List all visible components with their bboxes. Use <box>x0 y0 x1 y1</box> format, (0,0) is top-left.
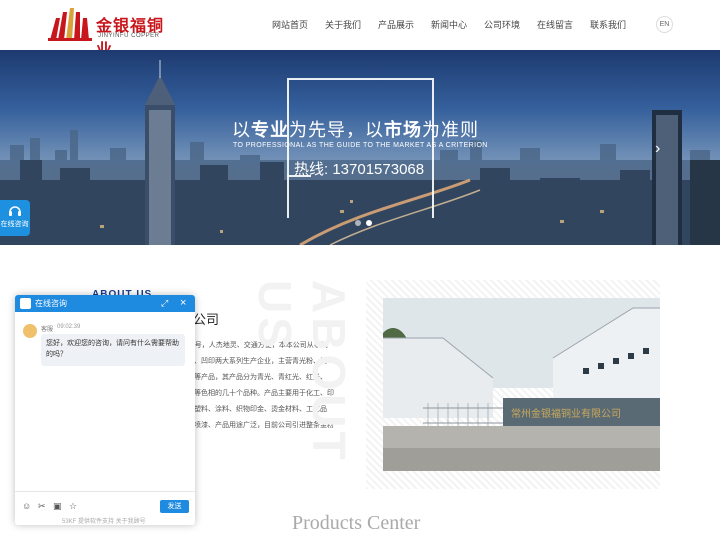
side-consult-button[interactable]: 在线咨询 <box>0 200 30 236</box>
gate-sign-text: 常州金银福铜业有限公司 <box>511 407 621 420</box>
send-button[interactable]: 发送 <box>160 500 189 513</box>
chat-header: 在线咨询 ⤢ × <box>15 295 195 312</box>
next-slide-icon[interactable]: › <box>655 140 660 158</box>
star-icon[interactable]: ☆ <box>69 501 77 512</box>
nav-item-home[interactable]: 网站首页 <box>272 0 325 50</box>
slide-dot-active[interactable] <box>366 220 372 226</box>
chat-logo-icon <box>20 298 31 309</box>
slide-dots <box>355 220 372 226</box>
nav-item-news[interactable]: 新闻中心 <box>431 0 484 50</box>
banner-slogan-en: TO PROFESSIONAL AS THE GUIDE TO THE MARK… <box>233 142 488 149</box>
side-consult-label: 在线咨询 <box>0 221 29 228</box>
maximize-icon[interactable]: ⤢ <box>161 298 171 308</box>
about-watermark: ABOUT US <box>249 280 355 464</box>
nav-item-about[interactable]: 关于我们 <box>325 0 378 50</box>
logo-mark-icon <box>48 8 92 41</box>
chat-footer: 53KF 提供软件支持 关于我顾号 <box>62 519 146 525</box>
close-icon[interactable]: × <box>180 297 186 309</box>
message-time: 09:02:39 <box>57 324 81 330</box>
nav-item-products[interactable]: 产品展示 <box>378 0 431 50</box>
logo[interactable]: 金银福铜业 JINYINFU COPPER <box>48 8 168 59</box>
agent-name: 客服 <box>41 327 54 333</box>
nav-item-contact[interactable]: 联系我们 <box>590 0 643 50</box>
chat-title: 在线咨询 <box>35 299 67 308</box>
chat-widget: 在线咨询 ⤢ × 客服 09:02:39 您好，欢迎您的咨询，请问有什么需要帮助… <box>15 295 195 525</box>
site-header: 金银福铜业 JINYINFU COPPER 网站首页 关于我们 产品展示 新闻中… <box>0 0 720 59</box>
folder-icon[interactable]: ▣ <box>53 501 62 512</box>
factory-photo: 常州金银福铜业有限公司 <box>383 298 660 471</box>
hero-banner: 以专业为先导，以市场为准则 TO PROFESSIONAL AS THE GUI… <box>0 50 720 245</box>
banner-hotline: 热线: 13701573068 <box>294 161 425 178</box>
brand-name-en: JINYINFU COPPER <box>98 33 160 39</box>
scissors-icon[interactable]: ✂ <box>38 501 46 512</box>
headset-icon <box>9 206 21 216</box>
agent-avatar <box>23 324 37 338</box>
nav-item-environment[interactable]: 公司环境 <box>484 0 537 50</box>
main-nav: 网站首页 关于我们 产品展示 新闻中心 公司环境 在线留言 联系我们 <box>272 0 643 50</box>
slide-dot[interactable] <box>355 220 361 226</box>
language-switch[interactable]: EN <box>656 16 673 33</box>
nav-item-message[interactable]: 在线留言 <box>537 0 590 50</box>
tall-tower-left <box>145 60 175 245</box>
greeting-bubble: 您好，欢迎您的咨询，请问有什么需要帮助的吗？ <box>41 334 185 366</box>
emoji-icon[interactable]: ☺ <box>22 501 31 511</box>
chat-divider <box>15 491 195 492</box>
banner-slogan: 以专业为先导，以市场为准则 <box>232 120 479 140</box>
products-title-en: Products Center <box>292 512 421 534</box>
